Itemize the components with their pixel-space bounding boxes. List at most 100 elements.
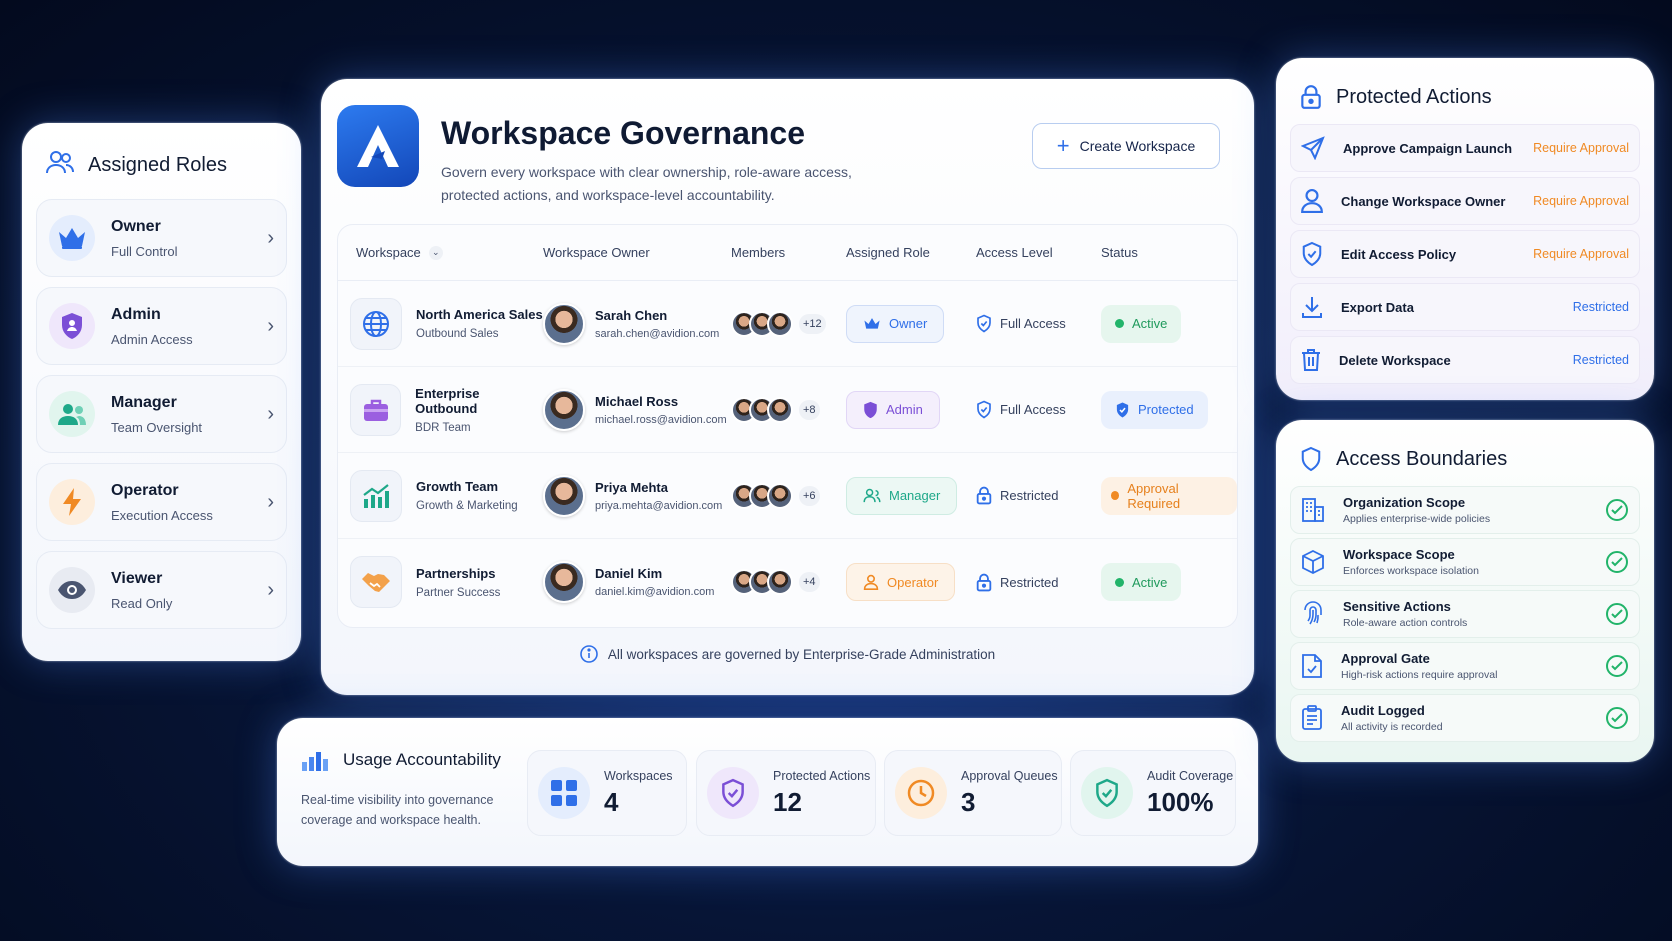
action-item-approve-campaign[interactable]: Approve Campaign Launch Require Approval — [1290, 124, 1640, 172]
owner-email: michael.ross@avidion.com — [595, 413, 727, 426]
page-title: Workspace Governance — [441, 115, 806, 151]
avatar — [767, 396, 793, 423]
stat-card-audit-coverage[interactable]: Audit Coverage 100% — [1070, 750, 1236, 836]
table-row[interactable]: Enterprise Outbound BDR Team Michael Ros… — [338, 367, 1237, 453]
create-workspace-button[interactable]: + Create Workspace — [1032, 123, 1220, 169]
role-label: Operator — [887, 574, 939, 590]
role-name: Admin — [111, 305, 161, 323]
shield-icon — [1301, 446, 1321, 472]
owner-name: Daniel Kim — [595, 566, 663, 581]
eye-icon — [49, 567, 95, 613]
table-row[interactable]: Growth Team Growth & Marketing Priya Meh… — [338, 453, 1237, 539]
stat-label: Audit Coverage — [1147, 768, 1234, 783]
check-circle-icon — [1606, 707, 1628, 729]
action-requirement: Restricted — [1572, 353, 1629, 367]
role-item-owner[interactable]: Owner Full Control › — [36, 199, 287, 277]
owner-email: priya.mehta@avidion.com — [595, 499, 723, 512]
access-boundaries-header: Access Boundaries — [1300, 446, 1630, 472]
user-icon — [1301, 189, 1323, 213]
role-label: Admin — [886, 402, 923, 417]
stat-card-protected-actions[interactable]: Protected Actions 12 — [696, 750, 876, 836]
boundary-item-workspace-scope[interactable]: Workspace Scope Enforces workspace isola… — [1290, 538, 1640, 586]
sort-chevron-icon: ⌄ — [428, 245, 443, 260]
boundary-item-audit-logged[interactable]: Audit Logged All activity is recorded — [1290, 694, 1640, 742]
stat-label: Approval Queues — [961, 768, 1058, 783]
role-name: Owner — [111, 217, 161, 235]
shield-check-icon — [1302, 241, 1322, 267]
role-name: Viewer — [111, 569, 163, 587]
lock-icon — [976, 573, 992, 591]
usage-subtitle: Real-time visibility into governance cov… — [301, 793, 494, 827]
column-header-workspace[interactable]: Workspace ⌄ — [338, 245, 543, 260]
stat-card-approval-queues[interactable]: Approval Queues 3 — [884, 750, 1062, 836]
status-badge: Active — [1101, 563, 1182, 601]
table-row[interactable]: North America Sales Outbound Sales Sarah… — [338, 281, 1237, 367]
assigned-roles-title: Assigned Roles — [88, 153, 227, 176]
workspace-name: Enterprise Outbound — [415, 385, 480, 416]
action-requirement: Require Approval — [1533, 141, 1629, 155]
trash-icon — [1302, 349, 1320, 371]
shield-check-icon — [977, 314, 991, 333]
avatar — [767, 569, 793, 595]
role-description: Full Control — [111, 243, 178, 259]
boundary-item-approval-gate[interactable]: Approval Gate High-risk actions require … — [1290, 642, 1640, 690]
member-avatars: +8 — [731, 396, 846, 423]
role-name: Manager — [111, 393, 177, 411]
role-item-viewer[interactable]: Viewer Read Only › — [36, 551, 287, 629]
role-badge: Admin — [846, 390, 940, 429]
role-description: Read Only — [111, 595, 173, 611]
footnote-text: All workspaces are governed by Enterpris… — [607, 646, 996, 662]
workspace-name: North America Sales — [416, 307, 543, 322]
info-icon — [580, 645, 598, 663]
fingerprint-icon — [1304, 601, 1322, 625]
access-boundaries-panel: Access Boundaries Organization Scope App… — [1276, 420, 1654, 762]
boundary-name: Sensitive Actions — [1343, 599, 1451, 614]
governance-footnote: All workspaces are governed by Enterpris… — [321, 645, 1254, 663]
users-icon — [46, 149, 74, 181]
action-item-edit-access-policy[interactable]: Edit Access Policy Require Approval — [1290, 230, 1640, 278]
protected-actions-title: Protected Actions — [1336, 85, 1492, 108]
boundary-item-organization-scope[interactable]: Organization Scope Applies enterprise-wi… — [1290, 486, 1640, 534]
stat-card-workspaces[interactable]: Workspaces 4 — [527, 750, 687, 836]
stat-label: Workspaces — [604, 768, 673, 783]
send-icon — [1301, 136, 1325, 160]
growth-chart-icon — [350, 469, 402, 522]
boundary-name: Audit Logged — [1341, 703, 1425, 718]
action-label: Edit Access Policy — [1341, 246, 1457, 262]
chevron-right-icon: › — [267, 402, 274, 425]
owner-name: Sarah Chen — [595, 307, 668, 323]
avatar — [543, 388, 585, 431]
check-circle-icon — [1606, 499, 1628, 521]
boundary-name: Workspace Scope — [1343, 547, 1455, 562]
building-icon — [1302, 498, 1324, 522]
stat-value: 12 — [773, 786, 802, 817]
boundary-item-sensitive-actions[interactable]: Sensitive Actions Role-aware action cont… — [1290, 590, 1640, 638]
briefcase-icon — [350, 383, 402, 436]
workspace-team: BDR Team — [415, 421, 471, 434]
stat-label: Protected Actions — [773, 768, 871, 783]
avatar — [767, 310, 793, 337]
protected-actions-panel: Protected Actions Approve Campaign Launc… — [1276, 58, 1654, 400]
status-badge: Active — [1101, 304, 1182, 343]
access-level: Full Access — [1000, 402, 1066, 417]
access-level: Full Access — [1000, 316, 1066, 331]
member-avatars: +6 — [731, 482, 846, 509]
action-item-delete-workspace[interactable]: Delete Workspace Restricted — [1290, 336, 1640, 384]
column-header-role: Assigned Role — [846, 245, 930, 260]
action-item-change-owner[interactable]: Change Workspace Owner Require Approval — [1290, 177, 1640, 225]
action-label: Approve Campaign Launch — [1343, 140, 1513, 156]
role-item-admin[interactable]: Admin Admin Access › — [36, 287, 287, 365]
role-badge: Operator — [846, 563, 956, 601]
member-count-badge: +4 — [799, 572, 820, 592]
role-item-manager[interactable]: Manager Team Oversight › — [36, 375, 287, 453]
table-row[interactable]: Partnerships Partner Success Daniel Kim … — [338, 539, 1237, 625]
role-label: Manager — [889, 488, 941, 503]
globe-icon — [350, 297, 402, 350]
stat-value: 4 — [604, 786, 619, 817]
action-item-export-data[interactable]: Export Data Restricted — [1290, 283, 1640, 331]
lightning-icon — [49, 479, 95, 525]
column-header-owner: Workspace Owner — [543, 245, 650, 260]
avatar — [543, 302, 585, 345]
shield-check-icon — [707, 767, 759, 819]
role-item-operator[interactable]: Operator Execution Access › — [36, 463, 287, 541]
